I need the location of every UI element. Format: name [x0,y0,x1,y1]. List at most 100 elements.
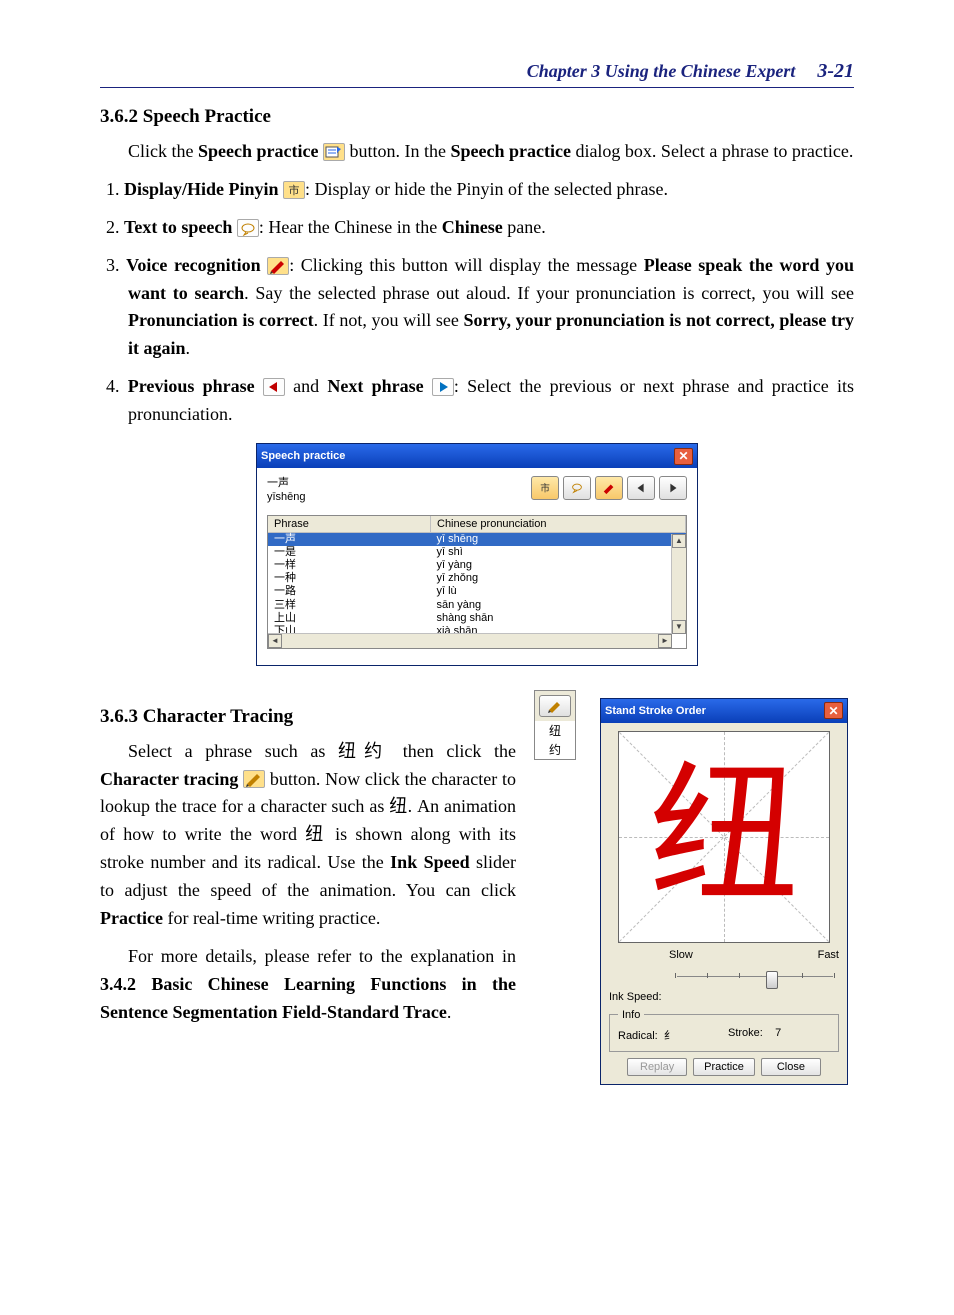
phrase-cell: 一种 [268,572,431,585]
voice-recognition-button[interactable] [595,476,623,500]
close-dialog-button[interactable]: Close [761,1058,821,1076]
fast-label: Fast [818,949,839,961]
close-button[interactable]: ✕ [674,448,693,465]
text: . Say the selected phrase out aloud. If … [244,283,854,303]
text: : Clicking this button will display the … [289,255,644,275]
text-bold: 3.4.2 Basic Chinese Learning Functions i… [100,974,516,1022]
text: 4. [106,376,128,396]
ink-speed-slider[interactable] [671,967,839,989]
info-group: Info Radical: 纟 Stroke: 7 [609,1009,839,1052]
stroke-value: 7 [775,1027,781,1039]
text: and [293,376,327,396]
horizontal-scrollbar[interactable]: ◄ ► [268,633,672,648]
text-bold: Chinese [442,217,503,237]
current-phrase: 一声 yīshēng [267,476,531,505]
phrase-table: Phrase Chinese pronunciation 一声yī shēng一… [268,516,686,649]
text: 2. [106,217,124,237]
next-phrase-button[interactable] [659,476,687,500]
text: 3. [106,255,126,275]
scroll-down-button[interactable]: ▼ [672,620,686,634]
svg-text:市: 市 [540,483,550,495]
stroke-label: Stroke: [728,1027,763,1039]
col-pronunciation[interactable]: Chinese pronunciation [431,516,686,533]
text-bold: Speech practice [198,141,318,161]
text-bold: Practice [100,908,163,928]
current-pinyin: yīshēng [267,490,531,504]
chapter-title: Chapter 3 Using the Chinese Expert [527,61,796,81]
pronunciation-cell: yī shì [431,546,686,559]
text: . [186,338,191,358]
text-bold: Display/Hide Pinyin [124,179,279,199]
pronunciation-cell: shàng shān [431,612,686,625]
text: Select a phrase such as 纽约 then click th… [128,741,516,761]
text-bold: Character tracing [100,769,238,789]
table-row[interactable]: 一是yī shì [268,546,686,559]
page-header: Chapter 3 Using the Chinese Expert 3-21 [100,60,854,88]
text: . [447,1002,452,1022]
table-row[interactable]: 三样sān yàng [268,599,686,612]
phrase-cell: 一样 [268,559,431,572]
text: pane. [503,217,546,237]
table-row[interactable]: 一样yī yàng [268,559,686,572]
section-heading-tracing: 3.6.3 Character Tracing [100,706,516,728]
step-4: 4. Previous phrase and Next phrase : Sel… [100,373,854,429]
pronunciation-cell: yī yàng [431,559,686,572]
text-bold: Previous phrase [128,376,255,396]
table-row[interactable]: 上山shàng shān [268,612,686,625]
prev-phrase-icon [263,378,285,396]
info-legend: Info [618,1009,644,1021]
dialog-titlebar[interactable]: Speech practice ✕ [257,444,697,468]
scroll-up-button[interactable]: ▲ [672,534,686,548]
practice-button[interactable]: Practice [693,1058,755,1076]
speech-practice-dialog: Speech practice ✕ 一声 yīshēng 市 [256,443,698,666]
section-heading-speech: 3.6.2 Speech Practice [100,106,854,128]
phrase-cell: 三样 [268,599,431,612]
radical-value: 纟 [664,1030,675,1042]
char-option-1[interactable]: 纽 [535,721,575,740]
col-phrase[interactable]: Phrase [268,516,431,533]
replay-button[interactable]: Replay [627,1058,687,1076]
page-number: 3-21 [817,60,854,82]
step-1: 1. Display/Hide Pinyin 市: Display or hid… [100,176,854,204]
table-row[interactable]: 一声yī shēng [268,532,686,546]
slow-label: Slow [669,949,818,961]
char-option-2[interactable]: 约 [535,740,575,759]
scroll-left-button[interactable]: ◄ [268,634,282,648]
table-row[interactable]: 一路yī lù [268,585,686,598]
text: for real-time writing practice. [163,908,380,928]
text: : Hear the Chinese in the [259,217,442,237]
text: For more details, please refer to the ex… [128,946,516,966]
tracing-para-2: For more details, please refer to the ex… [100,943,516,1027]
tts-button[interactable] [563,476,591,500]
speech-intro: Click the Speech practice button. In the… [100,138,854,166]
speech-practice-icon [323,143,345,161]
prev-phrase-button[interactable] [627,476,655,500]
pronunciation-cell: yī lù [431,585,686,598]
text-bold: Next phrase [327,376,423,396]
text-bold: Speech practice [450,141,570,161]
table-row[interactable]: 一种yī zhǒng [268,572,686,585]
character-picker: 纽 约 [534,690,576,760]
phrase-cell: 一声 [268,532,431,546]
step-3: 3. Voice recognition : Clicking this but… [100,252,854,364]
close-button[interactable]: ✕ [824,702,843,719]
stroke-character: 纽 [619,732,829,942]
phrase-cell: 一是 [268,546,431,559]
text-bold: Ink Speed [390,852,469,872]
tracing-para-1: Select a phrase such as 纽约 then click th… [100,738,516,933]
pinyin-icon: 市 [283,181,305,199]
character-tracing-icon [243,770,265,788]
vertical-scrollbar[interactable]: ▲ ▼ [671,534,686,634]
pinyin-toggle-button[interactable]: 市 [531,476,559,500]
text-bold: Text to speech [124,217,232,237]
pronunciation-cell: yī shēng [431,532,686,546]
next-phrase-icon [432,378,454,396]
dialog-titlebar[interactable]: Stand Stroke Order ✕ [601,699,847,723]
pencil-button[interactable] [539,695,571,717]
slider-thumb[interactable] [766,971,778,989]
text: . If not, you will see [314,310,464,330]
svg-text:市: 市 [289,183,300,197]
scroll-right-button[interactable]: ► [658,634,672,648]
dialog-title: Stand Stroke Order [605,705,824,717]
text: Click the [128,141,198,161]
